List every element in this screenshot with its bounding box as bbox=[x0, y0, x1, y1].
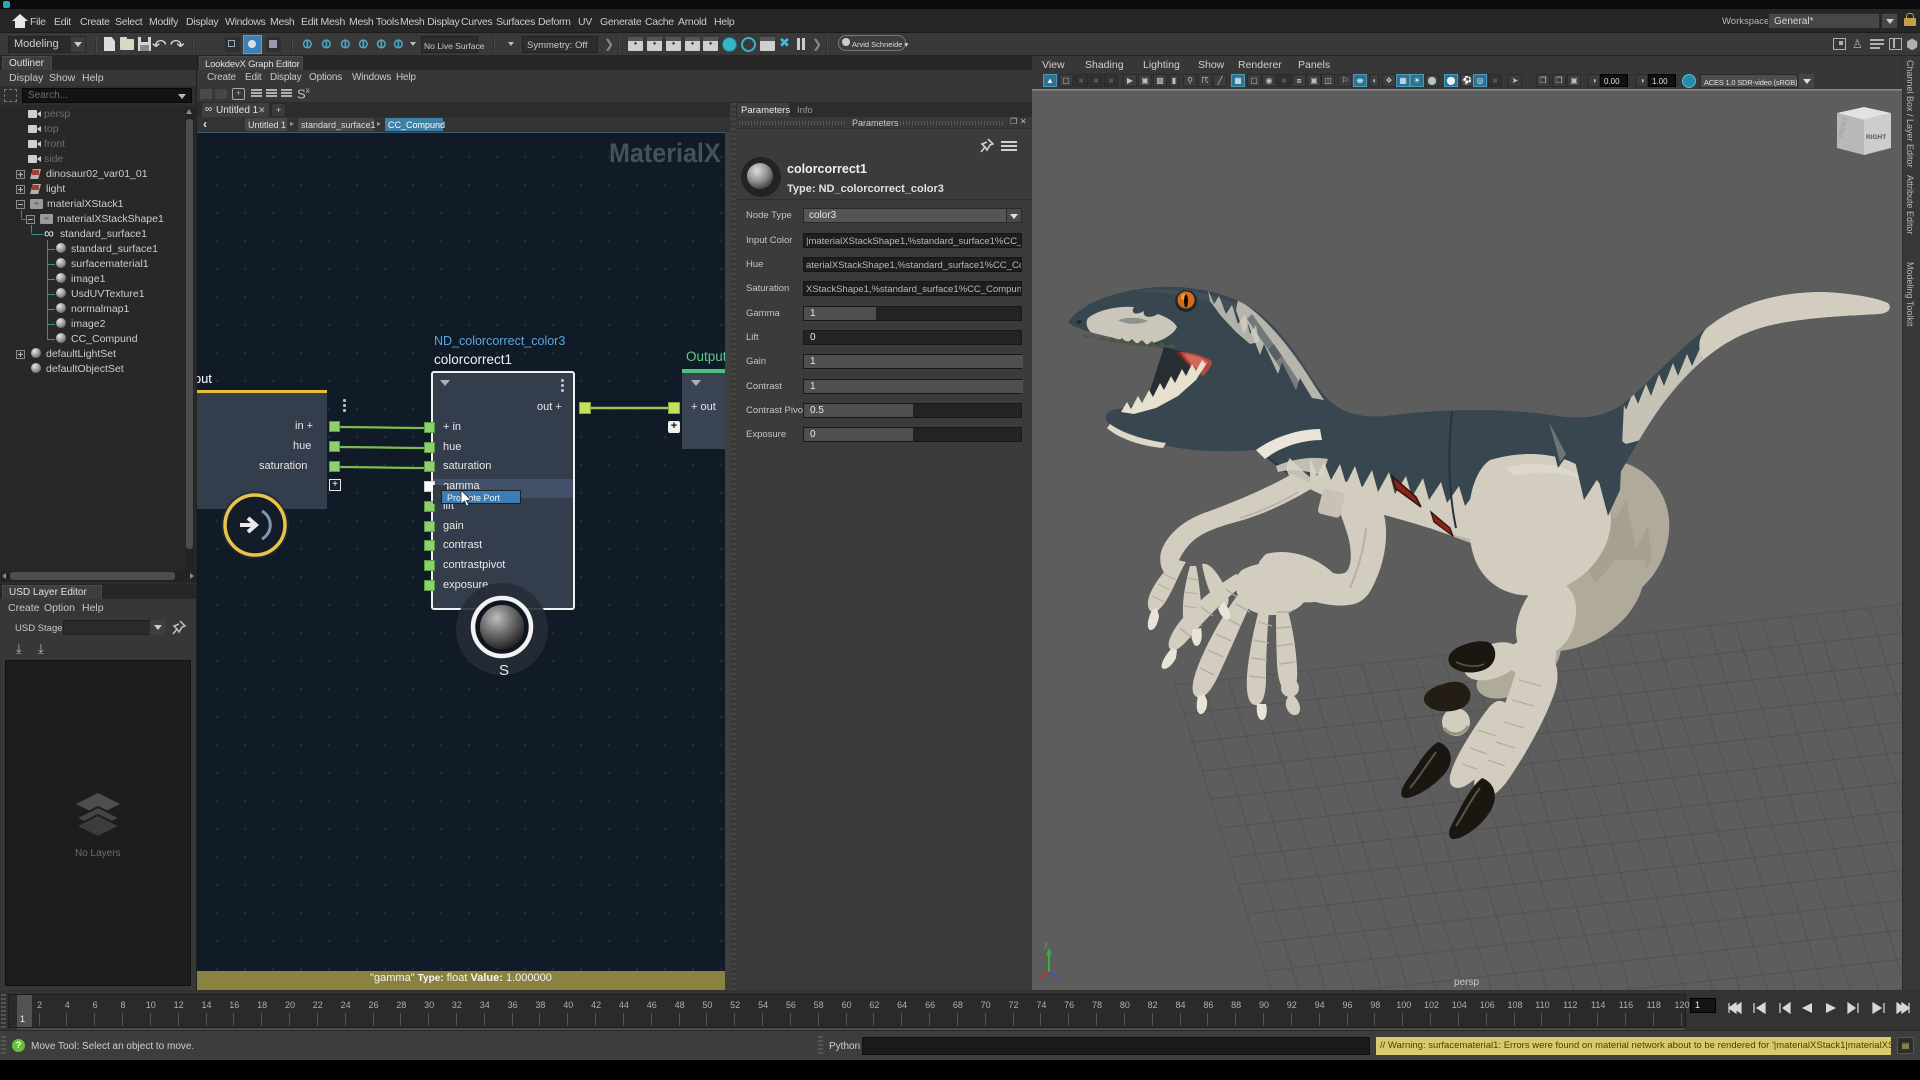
svg-text:persp: persp bbox=[1454, 977, 1479, 988]
svg-text:y: y bbox=[1044, 940, 1048, 949]
svg-text:RIGHT: RIGHT bbox=[1866, 134, 1886, 141]
